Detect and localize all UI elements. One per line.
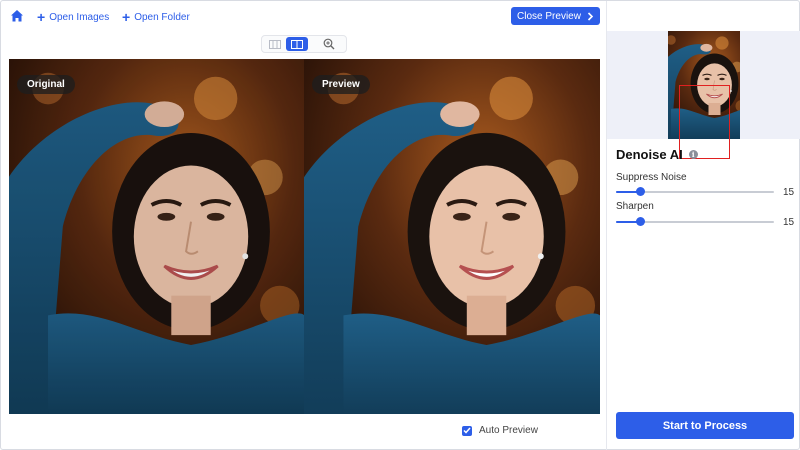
- preview-label: Preview: [312, 75, 370, 94]
- split-view-button[interactable]: [286, 37, 308, 51]
- open-images-label: Open Images: [49, 11, 110, 23]
- zoom-icon: [323, 38, 335, 50]
- home-icon: [11, 10, 23, 22]
- open-images-button[interactable]: + Open Images: [37, 10, 109, 24]
- preview-image: [304, 59, 600, 414]
- navigator-thumbnail[interactable]: [668, 31, 740, 139]
- sharpen-value: 15: [783, 217, 795, 228]
- view-mode-toggle: [261, 35, 347, 53]
- home-button[interactable]: [10, 9, 24, 23]
- single-view-icon: [269, 39, 281, 49]
- suppress-noise-slider[interactable]: [616, 187, 774, 197]
- slider-handle[interactable]: [635, 187, 645, 196]
- preview-image-panel[interactable]: Preview: [304, 59, 600, 414]
- panel-title: Denoise AI i: [616, 147, 698, 162]
- toolbar: + Open Images + Open Folder Close Previe…: [1, 1, 606, 31]
- plus-icon: +: [122, 9, 131, 25]
- suppress-noise-label: Suppress Noise: [616, 172, 687, 183]
- slider-handle[interactable]: [635, 217, 645, 226]
- sharpen-slider[interactable]: [616, 217, 774, 227]
- single-view-button[interactable]: [264, 37, 286, 51]
- open-folder-label: Open Folder: [134, 11, 190, 23]
- original-label: Original: [17, 75, 75, 94]
- auto-preview-label: Auto Preview: [479, 425, 538, 436]
- auto-preview-checkbox[interactable]: [462, 425, 472, 436]
- app-window: + Open Images + Open Folder Close Previe…: [0, 0, 800, 450]
- original-image: [9, 59, 304, 414]
- split-view-icon: [291, 39, 303, 49]
- thumbnail-image: [668, 31, 740, 139]
- auto-preview-toggle[interactable]: Auto Preview: [462, 425, 538, 436]
- checkmark-icon: [463, 427, 471, 434]
- panel-title-text: Denoise AI: [616, 147, 683, 162]
- navigator: [607, 31, 800, 159]
- chevron-right-icon: [587, 11, 594, 21]
- info-icon[interactable]: i: [688, 150, 698, 159]
- close-preview-label: Close Preview: [517, 10, 581, 22]
- start-to-process-label: Start to Process: [662, 419, 748, 432]
- original-image-panel[interactable]: Original: [9, 59, 304, 414]
- start-to-process-button[interactable]: Start to Process: [616, 412, 794, 439]
- zoom-button[interactable]: [318, 37, 340, 51]
- close-preview-button[interactable]: Close Preview: [511, 7, 600, 25]
- suppress-noise-value: 15: [783, 187, 795, 198]
- settings-sidebar: Denoise AI i Suppress Noise 15 Sharpen 1…: [606, 1, 800, 450]
- sharpen-label: Sharpen: [616, 201, 654, 212]
- open-folder-button[interactable]: + Open Folder: [122, 10, 190, 24]
- plus-icon: +: [37, 9, 46, 25]
